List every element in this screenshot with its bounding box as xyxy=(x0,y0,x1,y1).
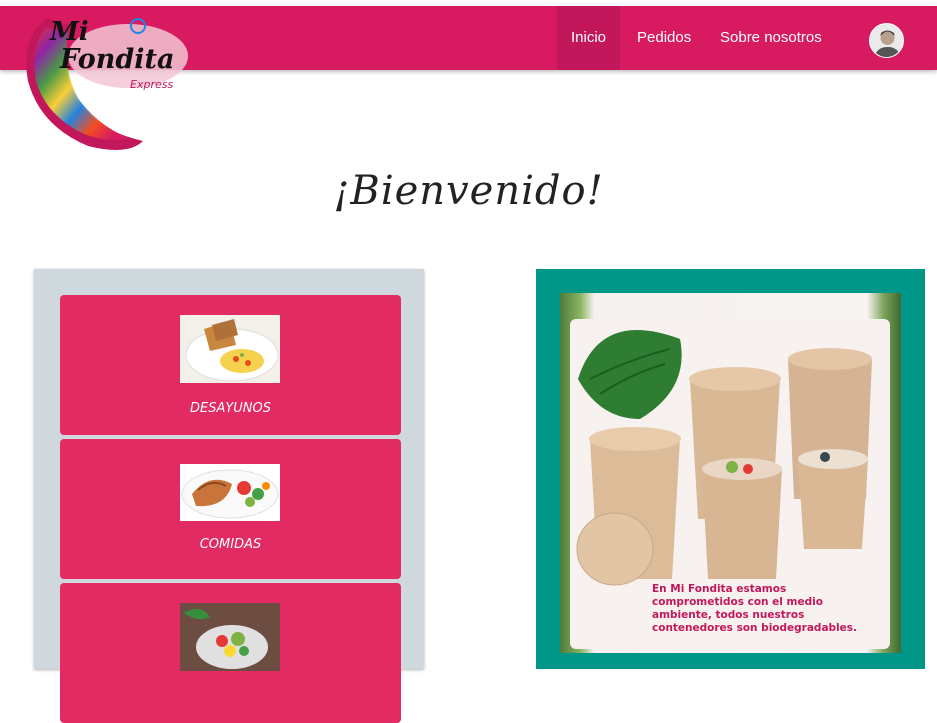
svg-text:Express: Express xyxy=(130,78,173,91)
promo-text: En Mi Fondita estamos comprometidos con … xyxy=(652,583,858,634)
desayunos-image xyxy=(180,315,280,383)
comidas-image xyxy=(180,464,280,521)
brand-logo[interactable]: Mi Fondita Express xyxy=(18,6,188,166)
promo-image: En Mi Fondita estamos comprometidos con … xyxy=(560,293,901,653)
category-card-third[interactable] xyxy=(60,583,401,723)
promo-panel: En Mi Fondita estamos comprometidos con … xyxy=(536,269,925,669)
category-label-desayunos: DESAYUNOS xyxy=(189,401,272,416)
breakfast-plate-icon xyxy=(180,315,280,383)
svg-text:Fondita: Fondita xyxy=(59,44,174,75)
meal-plate-icon xyxy=(180,464,280,521)
third-category-image xyxy=(180,603,280,671)
brand-logo-graphic: Mi Fondita Express xyxy=(26,17,188,150)
category-card-comidas[interactable]: COMIDAS xyxy=(60,439,401,579)
page-title: ¡Bienvenido! xyxy=(333,168,604,214)
user-avatar[interactable] xyxy=(869,23,904,58)
nav-item-pedidos[interactable]: Pedidos xyxy=(623,6,705,70)
category-card-desayunos[interactable]: DESAYUNOS xyxy=(60,295,401,435)
nav-item-sobre-nosotros[interactable]: Sobre nosotros xyxy=(706,6,836,70)
biodegradable-containers-icon xyxy=(576,330,872,586)
salad-bowl-icon xyxy=(180,603,280,671)
category-panel: DESAYUNOS COMIDAS xyxy=(34,269,424,723)
category-label-comidas: COMIDAS xyxy=(199,537,262,552)
nav-item-inicio[interactable]: Inicio xyxy=(557,6,621,70)
user-avatar-icon xyxy=(870,24,903,57)
svg-text:Mi: Mi xyxy=(49,17,89,47)
